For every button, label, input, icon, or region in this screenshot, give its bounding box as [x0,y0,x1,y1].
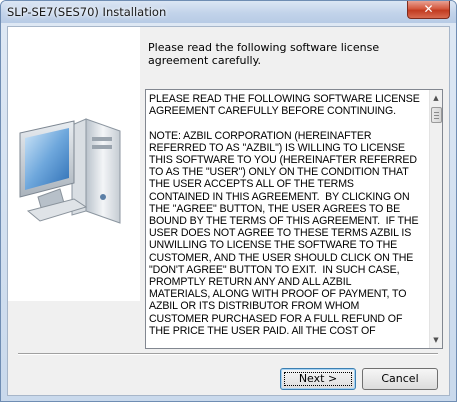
cancel-button-label: Cancel [381,372,419,385]
intro-text: Please read the following software licen… [148,41,380,67]
license-line: REFERRED TO AS "AZBIL") IS WILLING TO LI… [149,141,405,154]
license-line: CUSTOMER PURCHASED FOR A FULL REFUND OF [149,312,403,325]
side-image-panel [8,27,140,301]
dialog-client-area: Please read the following software licen… [7,26,450,396]
license-line: NOTE: AZBIL CORPORATION (HEREINAFTER [149,129,372,142]
cancel-button[interactable]: Cancel [362,368,438,390]
scroll-down-icon[interactable]: ▼ [430,334,442,346]
license-line: THE "AGREE" BUTTON, THE USER AGREES TO B… [149,202,401,215]
license-text: PLEASE READ THE FOLLOWING SOFTWARE LICEN… [149,93,426,337]
next-button-label: Next > [298,372,338,385]
close-icon: ✕ [423,2,434,16]
title-bar[interactable]: SLP-SE7(SES70) Installation ✕ [1,1,456,23]
license-line [149,117,426,129]
window-title: SLP-SE7(SES70) Installation [7,5,167,19]
license-line: AGREEMENT CAREFULLY BEFORE CONTINUING. [149,105,396,118]
scroll-up-icon[interactable]: ▲ [430,92,442,104]
license-line: PROMPTLY RETURN ANY AND ALL AZBIL [149,276,352,289]
license-line: MATERIALS, ALONG WITH PROOF OF PAYMENT, … [149,288,407,301]
installer-window: SLP-SE7(SES70) Installation ✕ Please rea… [0,0,457,402]
license-line: PLEASE READ THE FOLLOWING SOFTWARE LICEN… [149,93,420,105]
next-button[interactable]: Next > [280,368,356,390]
license-line: UNWILLING TO LICENSE THE SOFTWARE TO THE [149,239,398,252]
license-line: TO AS THE "USER") ONLY ON THE CONDITION … [149,166,409,179]
button-divider [18,353,438,355]
license-textbox[interactable]: PLEASE READ THE FOLLOWING SOFTWARE LICEN… [145,89,443,349]
license-line: CUSTOMER, AND THE USER SHOULD CLICK ON T… [149,251,414,264]
computer-icon [19,118,121,224]
license-line: THE USER ACCEPTS ALL OF THE TERMS [149,178,354,191]
license-line: USER DOES NOT AGREE TO THESE TERMS AZBIL… [149,227,412,240]
license-line: THIS SOFTWARE TO YOU (HEREINAFTER REFERR… [149,154,417,167]
license-line: CONTAINED IN THIS AGREEMENT. BY CLICKING… [149,190,410,203]
license-line: "DON'T AGREE" BUTTON TO EXIT. IN SUCH CA… [149,263,400,276]
close-button[interactable]: ✕ [407,1,450,19]
license-scrollbar[interactable]: ▲ ▼ [429,90,442,348]
license-line: BOUND BY THE TERMS OF THIS AGREEMENT. IF… [149,215,419,228]
license-line: AZBIL OR ITS DISTRIBUTOR FROM WHOM [149,300,360,313]
scroll-thumb[interactable] [431,107,442,123]
license-line: THE PRICE THE USER PAID. All THE COST OF [149,324,376,337]
